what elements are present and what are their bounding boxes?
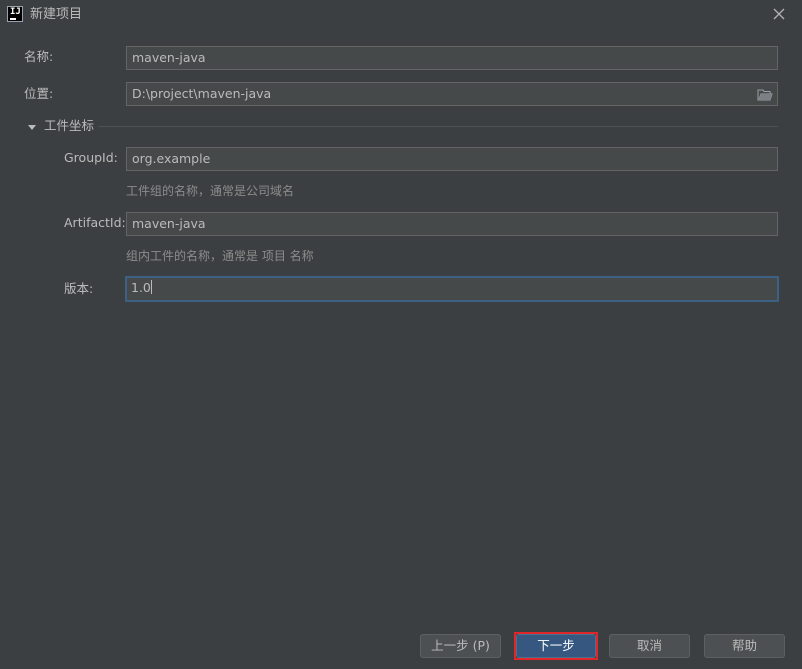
name-value: maven-java — [132, 50, 206, 65]
intellij-idea-icon: IJ — [7, 6, 23, 22]
location-field[interactable]: D:\project\maven-java — [126, 82, 778, 106]
artifactid-hint: 组内工件的名称，通常是 项目 名称 — [126, 249, 314, 263]
artifactid-label: ArtifactId: — [64, 215, 126, 230]
location-label: 位置: — [24, 86, 54, 101]
groupid-hint: 工件组的名称，通常是公司域名 — [126, 184, 295, 198]
help-button[interactable]: 帮助 — [704, 634, 785, 658]
triangle-down-icon[interactable] — [27, 121, 37, 131]
location-value: D:\project\maven-java — [132, 86, 272, 101]
artifactid-field[interactable]: maven-java — [126, 212, 778, 236]
version-value: 1.0 — [131, 280, 151, 295]
folder-icon[interactable] — [757, 87, 773, 101]
new-project-dialog: IJ 新建项目 名称: maven-java 位置: D:\project\ma… — [0, 0, 802, 669]
dialog-title: 新建项目 — [30, 7, 83, 22]
version-label: 版本: — [64, 281, 94, 296]
groupid-value: org.example — [132, 151, 211, 166]
section-divider — [98, 126, 778, 127]
title-bar: IJ 新建项目 — [0, 0, 802, 30]
close-icon[interactable] — [770, 5, 788, 23]
version-field[interactable]: 1.0 — [125, 276, 779, 302]
artifact-coordinates-section-title[interactable]: 工件坐标 — [44, 117, 94, 135]
previous-button[interactable]: 上一步 (P) — [420, 634, 501, 658]
artifactid-value: maven-java — [132, 216, 206, 231]
name-label: 名称: — [24, 49, 54, 64]
next-button[interactable]: 下一步 — [516, 634, 596, 658]
groupid-label: GroupId: — [64, 150, 118, 165]
cancel-button[interactable]: 取消 — [609, 634, 690, 658]
groupid-field[interactable]: org.example — [126, 147, 778, 171]
name-field[interactable]: maven-java — [126, 46, 778, 70]
text-caret — [150, 280, 152, 294]
